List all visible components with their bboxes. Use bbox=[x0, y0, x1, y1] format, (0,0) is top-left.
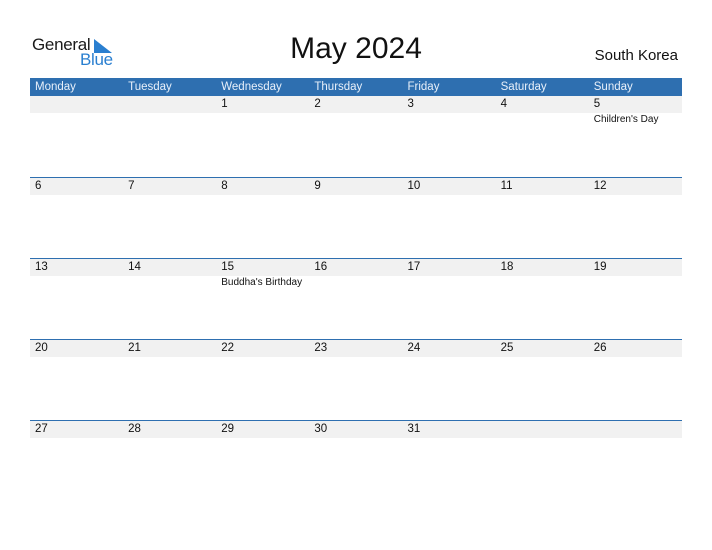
day-number: 22 bbox=[221, 342, 235, 354]
day-cell: 10 bbox=[403, 178, 496, 258]
day-cell: 19 bbox=[589, 259, 682, 339]
day-number: 23 bbox=[314, 342, 328, 354]
day-number: 18 bbox=[500, 261, 514, 273]
weekday-wednesday: Wednesday bbox=[221, 81, 282, 93]
day-number: 15 bbox=[221, 261, 235, 273]
day-number: 25 bbox=[500, 342, 514, 354]
day-number: 27 bbox=[35, 423, 48, 435]
day-cell: 11 bbox=[496, 178, 589, 258]
day-number: 20 bbox=[35, 342, 48, 354]
day-cell: 12 bbox=[589, 178, 682, 258]
country-label: South Korea bbox=[594, 47, 678, 64]
holiday-label: Buddha's Birthday bbox=[221, 277, 303, 288]
day-number: 11 bbox=[500, 180, 513, 192]
day-number: 26 bbox=[593, 342, 607, 354]
day-cell: 18 bbox=[496, 259, 589, 339]
day-cell: 29 bbox=[216, 421, 309, 501]
day-cell: 4 bbox=[496, 96, 589, 176]
weekday-saturday: Saturday bbox=[500, 81, 547, 93]
week-row: 20 21 22 23 24 25 26 bbox=[30, 339, 682, 420]
day-cell bbox=[30, 96, 123, 176]
day-number: 30 bbox=[314, 423, 328, 435]
day-number: 6 bbox=[35, 180, 42, 192]
day-number: 24 bbox=[407, 342, 421, 354]
day-cell: 2 bbox=[309, 96, 402, 176]
day-cell: 1 bbox=[216, 96, 309, 176]
day-cell: 7 bbox=[123, 178, 216, 258]
day-cell: 13 bbox=[30, 259, 123, 339]
weekday-friday: Friday bbox=[407, 81, 440, 93]
day-cell: 14 bbox=[123, 259, 216, 339]
day-number: 28 bbox=[128, 423, 141, 435]
day-number: 31 bbox=[407, 423, 421, 435]
day-cell: 27 bbox=[30, 421, 123, 501]
day-cell: 16 bbox=[309, 259, 402, 339]
day-number: 7 bbox=[128, 180, 135, 192]
day-cell: 8 bbox=[216, 178, 309, 258]
day-cell: 22 bbox=[216, 340, 309, 420]
weekday-tuesday: Tuesday bbox=[128, 81, 172, 93]
day-cell bbox=[496, 421, 589, 501]
day-cell: 17 bbox=[403, 259, 496, 339]
day-cell: 15 Buddha's Birthday bbox=[216, 259, 309, 339]
day-cell: 20 bbox=[30, 340, 123, 420]
day-cell bbox=[589, 421, 682, 501]
weekday-header: Monday Tuesday Wednesday Thursday Friday… bbox=[30, 78, 682, 96]
day-cell: 28 bbox=[123, 421, 216, 501]
day-cell: 31 bbox=[403, 421, 496, 501]
week-row: 1 2 3 4 5 Children's Day bbox=[30, 96, 682, 177]
day-number: 1 bbox=[221, 98, 228, 110]
day-cell: 5 Children's Day bbox=[589, 96, 682, 176]
day-cell: 24 bbox=[403, 340, 496, 420]
day-number: 21 bbox=[128, 342, 141, 354]
day-number: 4 bbox=[500, 98, 508, 110]
weekday-monday: Monday bbox=[35, 81, 76, 93]
day-number: 12 bbox=[593, 180, 607, 192]
day-cell: 3 bbox=[403, 96, 496, 176]
day-number: 13 bbox=[35, 261, 48, 273]
day-cell: 25 bbox=[496, 340, 589, 420]
day-number: 2 bbox=[314, 98, 321, 110]
week-row: 13 14 15 Buddha's Birthday 16 17 18 19 bbox=[30, 258, 682, 339]
week-row: 6 7 8 9 10 11 12 bbox=[30, 177, 682, 258]
weekday-thursday: Thursday bbox=[314, 81, 363, 93]
holiday-label: Children's Day bbox=[593, 114, 659, 125]
day-number: 10 bbox=[407, 180, 421, 192]
day-number: 9 bbox=[314, 180, 321, 192]
day-cell: 23 bbox=[309, 340, 402, 420]
day-cell: 6 bbox=[30, 178, 123, 258]
day-number: 16 bbox=[314, 261, 328, 273]
day-number: 3 bbox=[407, 98, 414, 110]
weekday-sunday: Sunday bbox=[593, 81, 633, 93]
day-number: 17 bbox=[407, 261, 421, 273]
day-cell: 21 bbox=[123, 340, 216, 420]
day-number: 8 bbox=[221, 180, 228, 192]
day-cell: 30 bbox=[309, 421, 402, 501]
day-number: 29 bbox=[221, 423, 235, 435]
day-number: 19 bbox=[593, 261, 607, 273]
calendar-grid: 1 2 3 4 5 Children's Day 6 7 8 9 10 11 12 13 14 15 Buddh… bbox=[30, 96, 682, 501]
day-number: 14 bbox=[128, 261, 141, 273]
day-cell: 9 bbox=[309, 178, 402, 258]
day-cell bbox=[123, 96, 216, 176]
day-number: 5 bbox=[593, 98, 601, 110]
week-row: 27 28 29 30 31 bbox=[30, 420, 682, 501]
day-cell: 26 bbox=[589, 340, 682, 420]
